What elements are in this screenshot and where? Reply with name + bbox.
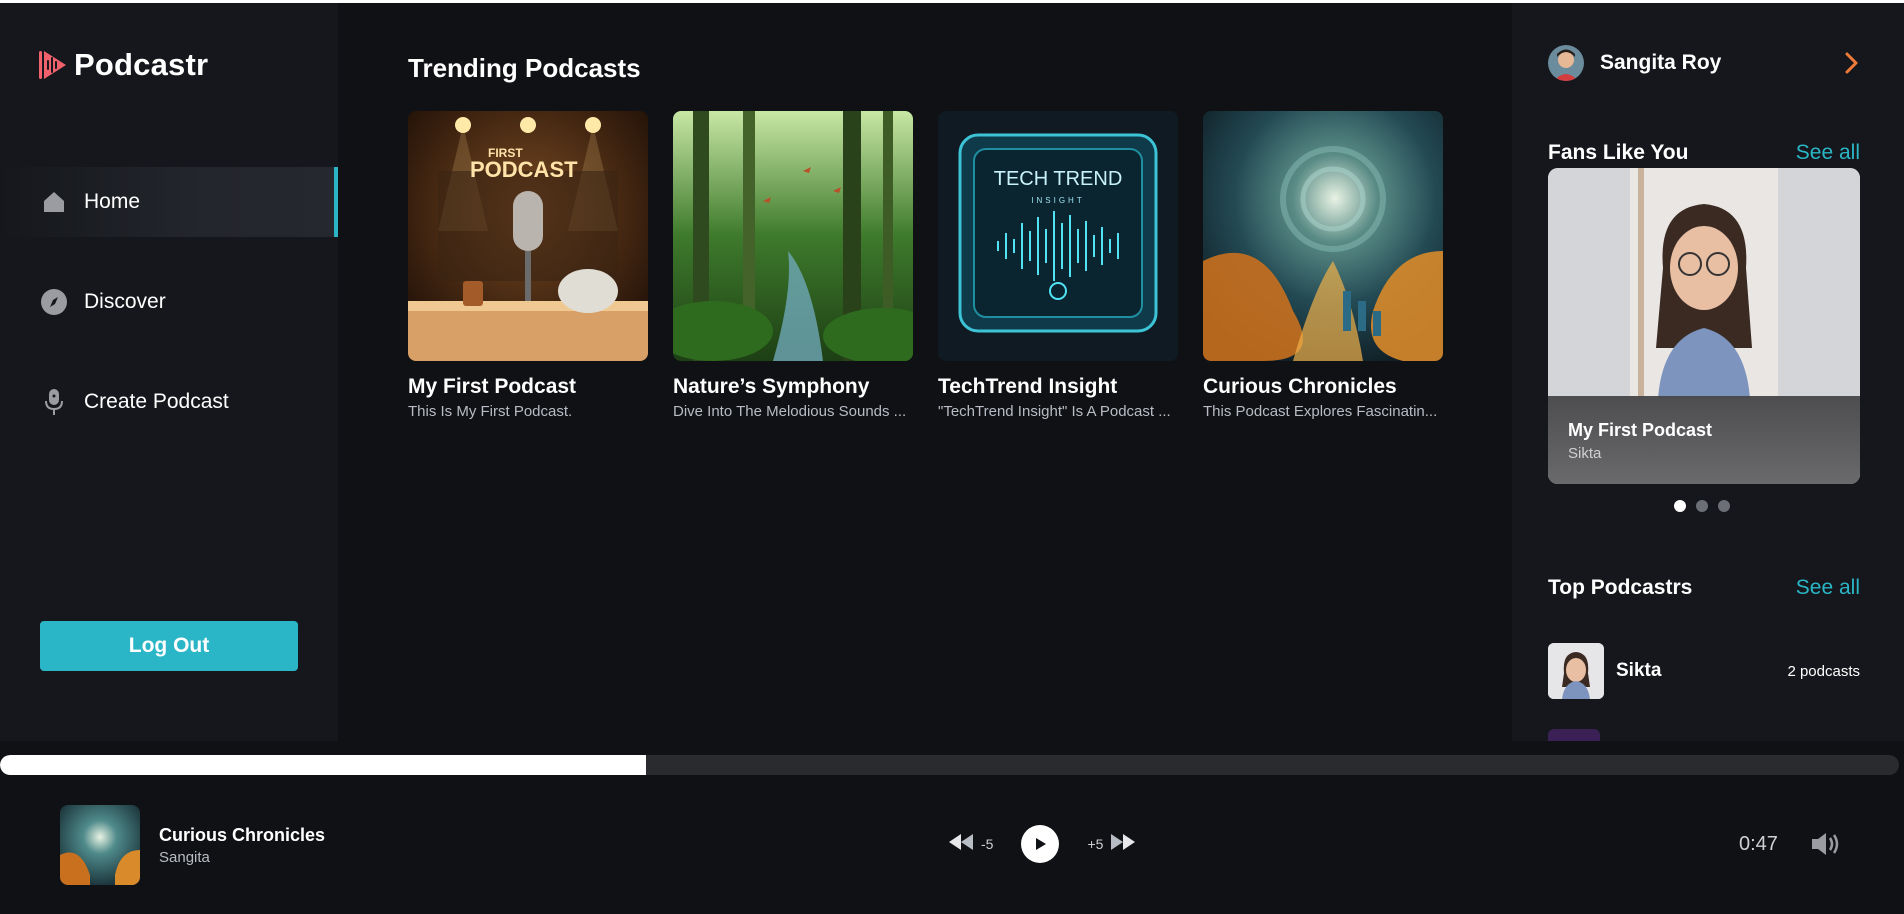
playback-controls: -5 +5 — [947, 825, 1137, 863]
logo-text: Podcastr — [74, 47, 209, 82]
nav-item-home[interactable]: Home — [0, 167, 338, 237]
podcastr-count: 2 podcasts — [1787, 662, 1860, 680]
carousel-dots — [1674, 500, 1730, 512]
podcast-description: This Podcast Explores Fascinatin... — [1203, 403, 1438, 420]
cover-text-insight: INSIGHT — [1031, 196, 1084, 205]
podcastr-avatar-partial — [1548, 729, 1600, 741]
home-icon — [40, 188, 68, 216]
fan-card-author: Sikta — [1568, 445, 1602, 462]
podcast-title[interactable]: Curious Chronicles — [1203, 375, 1443, 399]
podcast-card[interactable]: FIRST PODCAST My First Podcast This Is M… — [408, 111, 648, 420]
rewind-icon[interactable] — [947, 832, 975, 857]
now-playing-title: Curious Chronicles — [159, 825, 326, 845]
podcast-player: Curious Chronicles Sangita -5 +5 0:47 — [0, 775, 1904, 914]
main-nav: Home Discover Create Podcast — [0, 167, 338, 467]
podcast-title[interactable]: TechTrend Insight — [938, 375, 1178, 399]
chevron-right-icon[interactable] — [1844, 51, 1860, 80]
podcast-card[interactable]: Nature’s Symphony Dive Into The Melodiou… — [673, 111, 913, 420]
nav-item-create-podcast[interactable]: Create Podcast — [0, 367, 338, 437]
playback-time: 0:47 — [1739, 833, 1778, 855]
fans-like-you-title: Fans Like You — [1548, 141, 1689, 164]
nav-item-discover[interactable]: Discover — [0, 267, 338, 337]
compass-icon — [40, 288, 68, 316]
podcastr-name: Sikta — [1616, 660, 1662, 681]
forward-label: +5 — [1087, 836, 1104, 852]
podcast-cover-image[interactable]: TECH TREND INSIGHT — [938, 111, 1178, 361]
podcast-card[interactable]: TECH TREND INSIGHT TechTrend Insight "Te… — [938, 111, 1178, 420]
cover-text-tech-trend: TECH TREND — [994, 168, 1123, 190]
rewind-label: -5 — [981, 836, 994, 852]
logo-icon — [38, 48, 68, 82]
user-profile-link[interactable]: Sangita Roy — [1548, 43, 1860, 83]
nav-label-create-podcast: Create Podcast — [84, 390, 229, 413]
podcast-description: Dive Into The Melodious Sounds ... — [673, 403, 907, 420]
fan-card-caption: My First Podcast Sikta — [1548, 396, 1860, 484]
carousel-dot[interactable] — [1718, 500, 1730, 512]
fast-forward-icon[interactable] — [1109, 832, 1137, 857]
section-title-trending: Trending Podcasts — [408, 53, 641, 83]
logo[interactable]: Podcastr — [38, 47, 208, 83]
fans-see-all-link[interactable]: See all — [1796, 141, 1860, 165]
cover-text-podcast: PODCAST — [470, 157, 578, 182]
now-playing-cover[interactable] — [60, 805, 140, 885]
carousel-dot[interactable] — [1674, 500, 1686, 512]
user-name: Sangita Roy — [1600, 51, 1722, 74]
podcast-cover-image[interactable] — [1203, 111, 1443, 361]
playback-progress-bar[interactable] — [0, 755, 1899, 775]
play-icon — [1036, 838, 1047, 850]
carousel-dot[interactable] — [1696, 500, 1708, 512]
microphone-icon — [40, 388, 68, 416]
podcastr-avatar — [1548, 643, 1604, 699]
volume-icon[interactable] — [1810, 831, 1840, 862]
podcast-description: This Is My First Podcast. — [408, 403, 573, 420]
main-content: Trending Podcasts FIRST PODCAST My First… — [338, 3, 1512, 741]
podcast-cover-image[interactable] — [673, 111, 913, 361]
top-podcastrs-title: Top Podcastrs — [1548, 576, 1693, 599]
fan-card-title: My First Podcast — [1568, 420, 1713, 440]
top-podcastr-row[interactable]: Sikta 2 podcasts — [1548, 643, 1860, 699]
nav-label-home: Home — [84, 190, 141, 213]
fans-like-you-header: Fans Like You See all — [1548, 141, 1860, 165]
top-see-all-link[interactable]: See all — [1796, 576, 1860, 600]
now-playing-artist: Sangita — [159, 849, 210, 866]
podcast-title[interactable]: Nature’s Symphony — [673, 375, 913, 399]
nav-label-discover: Discover — [84, 290, 166, 313]
podcast-cover-image[interactable]: FIRST PODCAST — [408, 111, 648, 361]
fan-carousel-card[interactable]: My First Podcast Sikta — [1548, 168, 1860, 484]
playback-progress-fill — [0, 755, 646, 775]
podcast-title[interactable]: My First Podcast — [408, 375, 648, 399]
left-sidebar: Podcastr Home Discover Create Podcast Lo… — [0, 3, 338, 741]
right-sidebar: Sangita Roy Fans Like You See all My Fir… — [1512, 3, 1904, 741]
trending-podcast-list: FIRST PODCAST My First Podcast This Is M… — [408, 111, 1443, 420]
play-button[interactable] — [1021, 825, 1060, 863]
podcast-card[interactable]: Curious Chronicles This Podcast Explores… — [1203, 111, 1443, 420]
logout-button[interactable]: Log Out — [40, 621, 298, 671]
podcast-description: "TechTrend Insight" Is A Podcast ... — [938, 403, 1171, 420]
avatar[interactable] — [1548, 45, 1584, 81]
top-podcastrs-header: Top Podcastrs See all — [1548, 576, 1860, 600]
